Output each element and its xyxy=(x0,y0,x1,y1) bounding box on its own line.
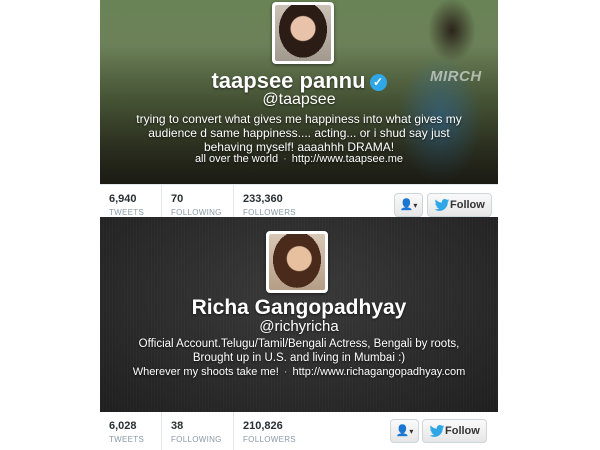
follow-button[interactable]: Follow xyxy=(427,193,492,217)
stat-following-label: FOLLOWING xyxy=(171,435,222,444)
avatar-image xyxy=(275,5,331,61)
avatar-image xyxy=(269,234,325,290)
stat-following-value: 38 xyxy=(171,420,184,432)
stat-tweets[interactable]: 6,028 TWEETS xyxy=(100,412,162,450)
separator: · xyxy=(283,366,288,378)
stat-followers[interactable]: 210,826 FOLLOWERS xyxy=(234,412,314,450)
follow-button-label: Follow xyxy=(445,425,480,437)
stat-tweets-label: TWEETS xyxy=(109,435,145,444)
profile-bio: trying to convert what gives me happines… xyxy=(136,112,462,154)
profile-location: all over the world xyxy=(194,153,279,165)
profile-header: Richa Gangopadhyay @richyricha Official … xyxy=(100,217,498,412)
caret-down-icon: ▾ xyxy=(413,201,418,210)
profile-url-link[interactable]: http://www.richagangopadhyay.com xyxy=(292,366,465,378)
stat-following-value: 70 xyxy=(171,193,184,205)
profile-stats-bar: 6,028 TWEETS 38 FOLLOWING 210,826 FOLLOW… xyxy=(100,412,498,450)
stat-followers-value: 210,826 xyxy=(243,420,283,432)
stat-following-label: FOLLOWING xyxy=(171,208,222,217)
profile-handle[interactable]: @taapsee xyxy=(100,91,498,109)
stat-followers[interactable]: 233,360 FOLLOWERS xyxy=(234,185,312,217)
profile-name[interactable]: Richa Gangopadhyay xyxy=(100,296,498,320)
verified-check-icon: ✓ xyxy=(369,74,387,91)
profile-handle[interactable]: @richyricha xyxy=(100,318,498,335)
caret-down-icon: ▾ xyxy=(409,427,414,436)
twitter-bird-icon xyxy=(429,425,445,437)
avatar[interactable] xyxy=(266,231,328,293)
stat-followers-label: FOLLOWERS xyxy=(243,208,296,217)
user-actions-dropdown[interactable]: 👤▾ xyxy=(390,419,419,443)
stat-tweets[interactable]: 6,940 TWEETS xyxy=(100,185,162,217)
follow-button-label: Follow xyxy=(450,199,485,211)
profile-card-richa: Richa Gangopadhyay @richyricha Official … xyxy=(100,217,498,450)
twitter-bird-icon xyxy=(434,199,450,211)
stat-following[interactable]: 38 FOLLOWING xyxy=(162,412,234,450)
profile-bio: Official Account.Telugu/Tamil/Bengali Ac… xyxy=(138,338,460,364)
profile-name[interactable]: taapsee pannu xyxy=(211,68,365,93)
user-actions-dropdown[interactable]: 👤▾ xyxy=(394,193,423,217)
follow-button[interactable]: Follow xyxy=(422,419,487,443)
profile-location-row: Wherever my shoots take me! · http://www.r… xyxy=(100,366,498,378)
profile-card-taapsee: MIRCH taapsee pannu ✓ @taapsee trying to … xyxy=(100,0,498,217)
stat-following[interactable]: 70 FOLLOWING xyxy=(162,185,234,217)
profile-location: Wherever my shoots take me! xyxy=(132,366,279,378)
avatar[interactable] xyxy=(272,2,334,64)
profile-location-row: all over the world · http://www.taapsee.me xyxy=(100,153,498,165)
profile-stats-bar: 6,940 TWEETS 70 FOLLOWING 233,360 FOLLOW… xyxy=(100,184,498,217)
stat-tweets-label: TWEETS xyxy=(109,208,145,217)
stat-followers-label: FOLLOWERS xyxy=(243,435,296,444)
stat-tweets-value: 6,940 xyxy=(109,193,137,205)
user-icon: 👤 xyxy=(395,425,410,437)
user-icon: 👤 xyxy=(399,199,414,211)
separator: · xyxy=(283,153,287,165)
profile-header: MIRCH taapsee pannu ✓ @taapsee trying to … xyxy=(100,0,498,184)
stat-followers-value: 233,360 xyxy=(243,193,283,205)
stat-tweets-value: 6,028 xyxy=(109,420,137,432)
profile-url-link[interactable]: http://www.taapsee.me xyxy=(292,153,403,165)
